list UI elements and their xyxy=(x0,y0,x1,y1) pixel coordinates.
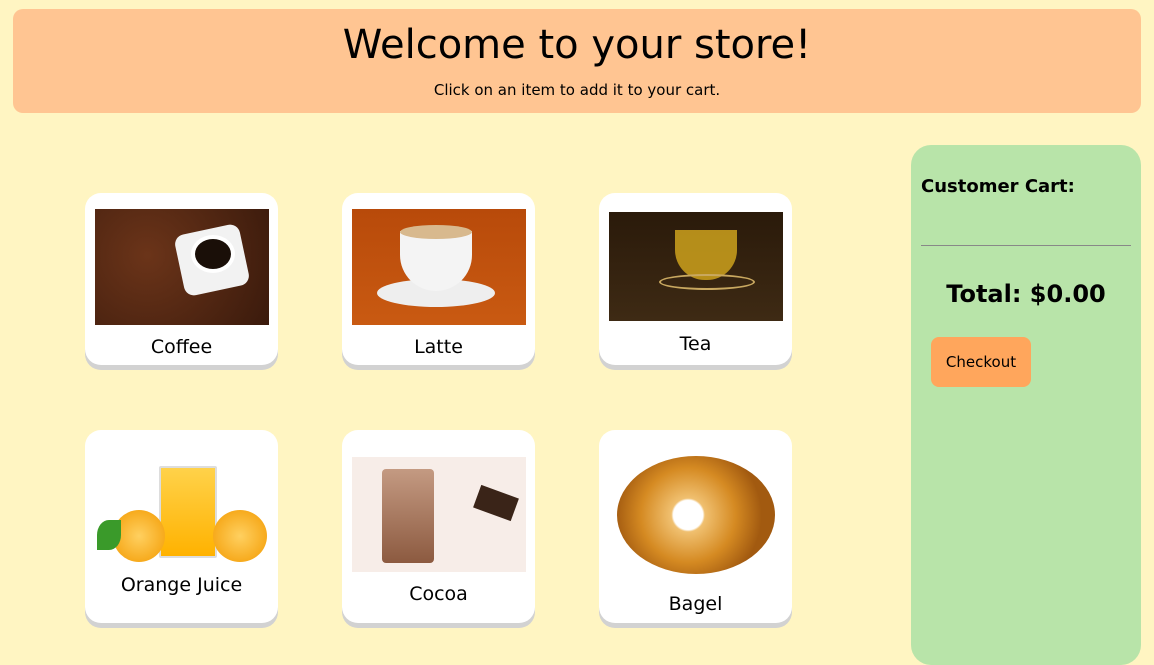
coffee-image xyxy=(95,209,269,325)
product-card-orange-juice[interactable]: Orange Juice xyxy=(85,430,278,623)
checkout-button[interactable]: Checkout xyxy=(931,337,1031,387)
product-card-cocoa[interactable]: Cocoa xyxy=(342,430,535,623)
product-label: Cocoa xyxy=(409,583,468,605)
instructions-text: Click on an item to add it to your cart. xyxy=(433,81,721,99)
cocoa-image xyxy=(352,457,526,572)
product-card-tea[interactable]: Tea xyxy=(599,193,792,365)
product-label: Latte xyxy=(414,336,463,358)
cart-divider xyxy=(921,245,1131,246)
bagel-image xyxy=(609,450,783,580)
product-label: Bagel xyxy=(668,593,723,615)
product-label: Orange Juice xyxy=(120,574,243,596)
product-card-latte[interactable]: Latte xyxy=(342,193,535,365)
cart-title: Customer Cart: xyxy=(921,176,1075,197)
page-title: Welcome to your store! xyxy=(342,22,812,68)
latte-image xyxy=(352,209,526,325)
product-card-coffee[interactable]: Coffee xyxy=(85,193,278,365)
cart-total: Total: $0.00 xyxy=(946,280,1106,308)
orange-juice-image xyxy=(95,460,269,564)
product-label: Tea xyxy=(679,333,712,355)
product-label: Coffee xyxy=(150,336,213,358)
customer-cart-panel: Customer Cart: Total: $0.00 Checkout xyxy=(911,145,1141,665)
tea-image xyxy=(609,212,783,321)
product-card-bagel[interactable]: Bagel xyxy=(599,430,792,623)
store-header: Welcome to your store! Click on an item … xyxy=(13,9,1141,113)
